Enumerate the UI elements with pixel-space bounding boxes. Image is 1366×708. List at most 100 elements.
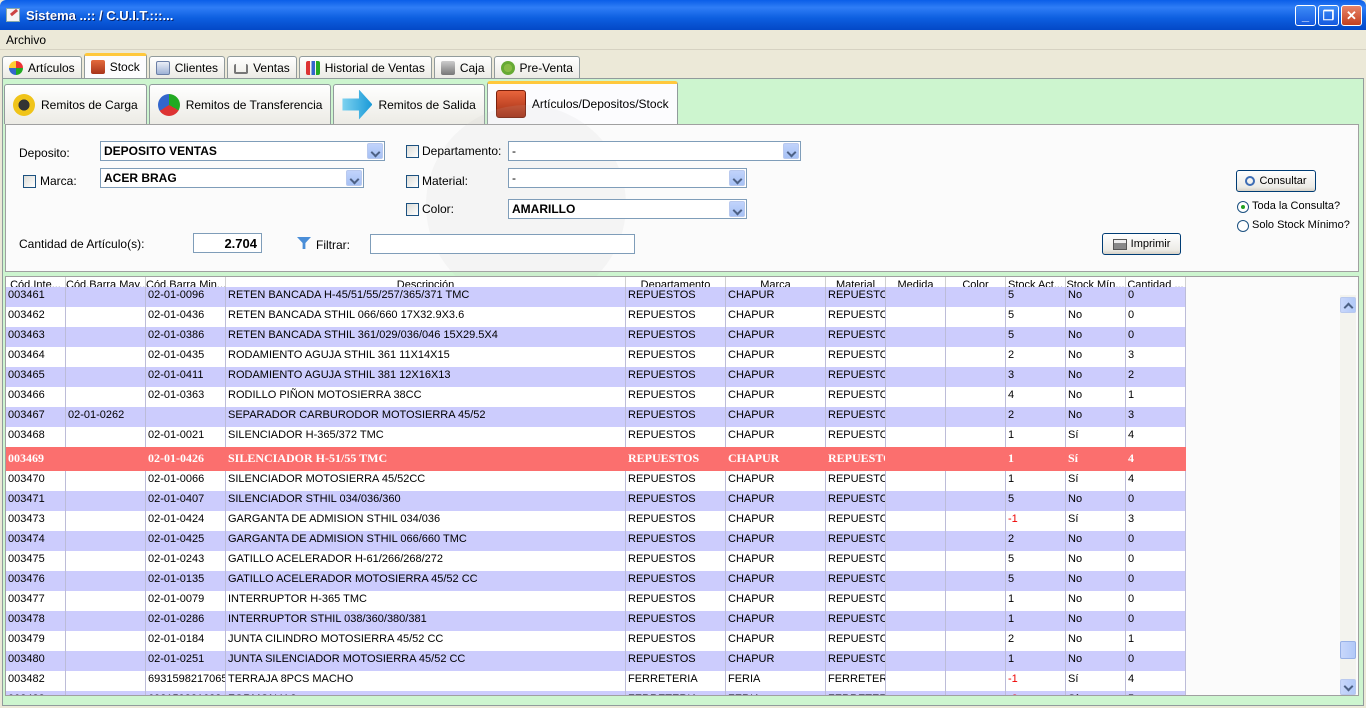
table-row[interactable]: 003480 02-01-0251 JUNTA SILENCIADOR MOTOSI…: [6, 651, 1186, 671]
tab-articulos[interactable]: Artículos: [2, 56, 82, 78]
filtrar-input[interactable]: [370, 234, 635, 254]
table-cell: [886, 571, 946, 591]
table-cell: [886, 611, 946, 631]
table-row[interactable]: 003464 02-01-0435 RODAMIENTO AGUJA STHIL 3…: [6, 347, 1186, 367]
tab-ventas[interactable]: Ventas: [227, 56, 297, 78]
chevron-down-icon[interactable]: [783, 143, 799, 159]
material-select[interactable]: -: [508, 168, 747, 188]
table-cell: 5: [1126, 691, 1186, 695]
table-cell: CHAPUR: [726, 511, 826, 531]
selected-table-row[interactable]: 003469 02-01-0426 SILENCIADOR H-51/55 TMC R…: [6, 447, 1186, 471]
table-cell: [66, 591, 146, 611]
close-button[interactable]: ✕: [1341, 5, 1362, 26]
cart-icon: [234, 64, 249, 74]
table-cell: 5: [1006, 551, 1066, 571]
table-row[interactable]: 003471 02-01-0407 SILENCIADOR STHIL 034/03…: [6, 491, 1186, 511]
maximize-button[interactable]: ❐: [1318, 5, 1339, 26]
chevron-down-icon[interactable]: [346, 170, 362, 186]
table-row[interactable]: 003468 02-01-0021 SILENCIADOR H-365/372 TM…: [6, 427, 1186, 447]
table-cell: CHAPUR: [726, 387, 826, 407]
material-label: Material:: [422, 174, 469, 188]
table-cell: No: [1066, 347, 1126, 367]
consultar-button[interactable]: Consultar: [1236, 170, 1316, 192]
table-cell: FERIA: [726, 671, 826, 691]
table-row[interactable]: 003477 02-01-0079 INTERRUPTOR H-365 TMC REP…: [6, 591, 1186, 611]
table-row[interactable]: 003475 02-01-0243 GATILLO ACELERADOR H-61/…: [6, 551, 1186, 571]
table-cell: [886, 347, 946, 367]
table-cell: 4: [1126, 427, 1186, 447]
tab-articulos-depositos-stock[interactable]: Artículos/Depositos/Stock: [486, 81, 678, 124]
table-cell: 1: [1126, 631, 1186, 651]
table-cell: REPUESTOS: [826, 471, 886, 491]
table-cell: TERRAJA 8PCS MACHO: [226, 671, 626, 691]
minimize-button[interactable]: _: [1295, 5, 1316, 26]
table-cell: 02-01-0021: [146, 427, 226, 447]
table-cell: 003467: [6, 407, 66, 427]
tab-clientes[interactable]: Clientes: [148, 56, 226, 78]
chevron-down-icon[interactable]: [367, 143, 383, 159]
marca-checkbox[interactable]: [23, 175, 36, 188]
deposito-select[interactable]: DEPOSITO VENTAS: [100, 141, 385, 161]
table-cell: CHAPUR: [726, 571, 826, 591]
imprimir-button[interactable]: Imprimir: [1102, 233, 1181, 255]
table-cell: [886, 471, 946, 491]
tab-pre-venta[interactable]: Pre-Venta: [493, 56, 580, 78]
tab-stock[interactable]: Stock: [83, 53, 147, 78]
table-row[interactable]: 003470 02-01-0066 SILENCIADOR MOTOSIERRA 4…: [6, 471, 1186, 491]
table-cell: [946, 307, 1006, 327]
table-row[interactable]: 003466 02-01-0363 RODILLO PIÑON MOTOSIERRA…: [6, 387, 1186, 407]
table-row[interactable]: 003467 02-01-0262 SEPARADOR CARBURODOR MOT…: [6, 407, 1186, 427]
material-checkbox[interactable]: [406, 175, 419, 188]
departamento-checkbox[interactable]: [406, 145, 419, 158]
marca-select[interactable]: ACER BRAG: [100, 168, 364, 188]
chevron-down-icon[interactable]: [729, 201, 745, 217]
table-row[interactable]: 003463 02-01-0386 RETEN BANCADA STHIL 361/…: [6, 327, 1186, 347]
color-select[interactable]: AMARILLO: [508, 199, 747, 219]
tab-historial[interactable]: Historial de Ventas: [298, 56, 432, 78]
scroll-down-icon[interactable]: [1340, 679, 1356, 695]
sub-tabs: Remitos de Carga Remitos de Transferenci…: [4, 81, 678, 124]
table-row[interactable]: 003465 02-01-0411 RODAMIENTO AGUJA STHIL 3…: [6, 367, 1186, 387]
table-cell: -2: [1006, 691, 1066, 695]
table-row[interactable]: 003462 02-01-0436 RETEN BANCADA STHIL 066/…: [6, 307, 1186, 327]
filter-icon: [297, 237, 311, 249]
table-row[interactable]: 003482 6931598217065 TERRAJA 8PCS MACHO FER…: [6, 671, 1186, 691]
tab-remitos-carga[interactable]: Remitos de Carga: [4, 84, 147, 124]
transfer-icon: [157, 93, 180, 116]
vertical-scrollbar[interactable]: [1340, 295, 1356, 695]
menu-archivo[interactable]: Archivo: [6, 33, 46, 47]
table-cell: 003462: [6, 307, 66, 327]
table-cell: [946, 651, 1006, 671]
tab-remitos-salida[interactable]: Remitos de Salida: [333, 84, 485, 124]
table-cell: [886, 327, 946, 347]
solo-stock-minimo-radio[interactable]: [1237, 220, 1249, 232]
departamento-select[interactable]: -: [508, 141, 801, 161]
table-row[interactable]: 003473 02-01-0424 GARGANTA DE ADMISION STH…: [6, 511, 1186, 531]
table-row[interactable]: 003476 02-01-0135 GATILLO ACELERADOR MOTOS…: [6, 571, 1186, 591]
table-cell: [146, 407, 226, 427]
table-cell: 003473: [6, 511, 66, 531]
table-row[interactable]: 003478 02-01-0286 INTERRUPTOR STHIL 038/36…: [6, 611, 1186, 631]
table-cell: REPUESTOS: [826, 631, 886, 651]
table-row[interactable]: 003461 02-01-0096 RETEN BANCADA H-45/51/55…: [6, 287, 1186, 307]
chevron-down-icon[interactable]: [729, 170, 745, 186]
tab-remitos-transferencia[interactable]: Remitos de Transferencia: [148, 84, 332, 124]
table-cell: [886, 631, 946, 651]
table-row[interactable]: 0034836931598216884FORMON X 3FERRETERIAF…: [6, 691, 1186, 695]
table-cell: REPUESTOS: [826, 651, 886, 671]
table-cell: [946, 347, 1006, 367]
scroll-thumb[interactable]: [1340, 641, 1356, 659]
tab-caja[interactable]: Caja: [433, 56, 492, 78]
table-row[interactable]: 003474 02-01-0425 GARGANTA DE ADMISION STH…: [6, 531, 1186, 551]
table-cell: [946, 591, 1006, 611]
table-cell: 02-01-0425: [146, 531, 226, 551]
scroll-up-icon[interactable]: [1340, 297, 1356, 313]
table-cell: CHAPUR: [726, 531, 826, 551]
color-checkbox[interactable]: [406, 203, 419, 216]
table-cell: GATILLO ACELERADOR MOTOSIERRA 45/52 CC: [226, 571, 626, 591]
table-cell: CHAPUR: [726, 651, 826, 671]
toda-consulta-radio[interactable]: [1237, 201, 1249, 213]
table-cell: 0: [1126, 531, 1186, 551]
pre-sale-icon: [500, 60, 515, 75]
table-row[interactable]: 003479 02-01-0184 JUNTA CILINDRO MOTOSIERR…: [6, 631, 1186, 651]
